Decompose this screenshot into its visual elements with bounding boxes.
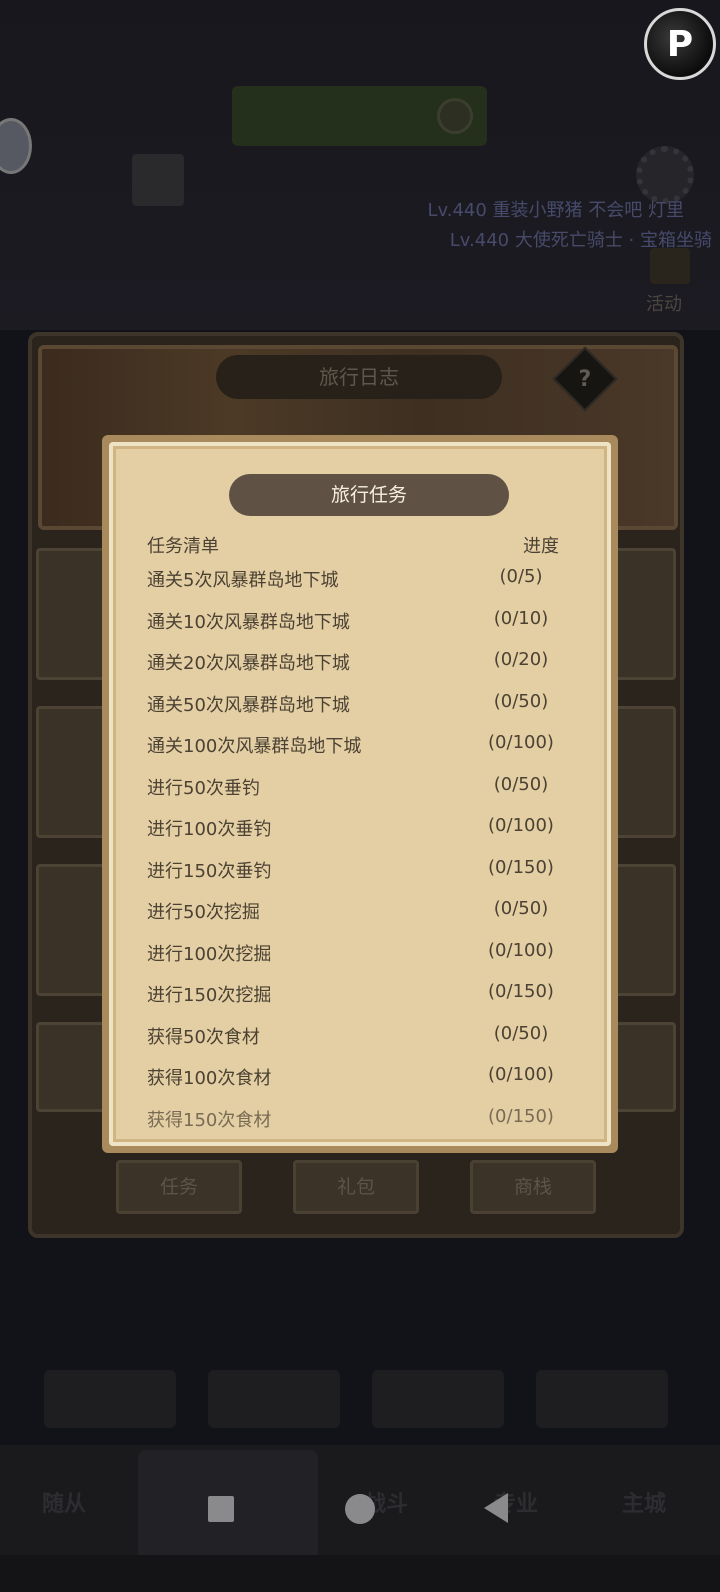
task-row: 进行50次挖掘 (0/50) [113, 890, 607, 932]
task-row: 通关50次风暴群岛地下城 (0/50) [113, 683, 607, 725]
task-list[interactable]: 通关5次风暴群岛地下城 (0/5) 通关10次风暴群岛地下城 (0/10) 通关20次风… [113, 558, 607, 1128]
task-name: 进行50次挖掘 [147, 902, 260, 923]
task-row: 通关100次风暴群岛地下城 (0/100) [113, 724, 607, 766]
task-progress: (0/50) [493, 898, 549, 919]
task-name: 通关10次风暴群岛地下城 [147, 611, 350, 633]
log-slot [36, 548, 106, 680]
task-progress: (0/5) [499, 566, 543, 587]
task-name: 通关50次风暴群岛地下城 [147, 694, 350, 716]
travel-task-modal[interactable]: 旅行任务 任务清单 进度 通关5次风暴群岛地下城 (0/5) 通关10次风暴群岛地下… [102, 435, 618, 1153]
task-row: 获得50次食材 (0/50) [113, 1015, 607, 1057]
modal-content: 旅行任务 任务清单 进度 通关5次风暴群岛地下城 (0/5) 通关10次风暴群岛地下… [109, 442, 611, 1146]
task-row: 获得150次食材 (0/150) [113, 1098, 607, 1129]
column-header-task: 任务清单 [147, 536, 219, 557]
task-progress: (0/150) [488, 856, 554, 878]
task-progress: (0/50) [493, 773, 549, 795]
task-name: 进行100次垂钓 [147, 819, 272, 840]
activity-label: 活动 [646, 294, 682, 315]
ticker-line-1: Lv.440 重装小野猪 不会吧 灯里 [427, 200, 684, 221]
task-row: 通关20次风暴群岛地下城 (0/20) [113, 641, 607, 683]
modal-title: 旅行任务 [229, 474, 509, 516]
task-name: 通关100次风暴群岛地下城 [147, 736, 362, 757]
task-progress: (0/10) [493, 607, 549, 629]
task-row: 进行50次垂钓 (0/50) [113, 766, 607, 808]
column-header-progress: 进度 [523, 536, 559, 557]
activity-icon [650, 248, 690, 284]
lower-button [44, 1370, 176, 1428]
log-slot [36, 1022, 106, 1112]
task-name: 通关5次风暴群岛地下城 [147, 570, 339, 591]
tab-gift-pack: 礼包 [293, 1160, 419, 1214]
task-progress: (0/100) [488, 815, 554, 836]
task-name: 获得150次食材 [147, 1109, 272, 1129]
top-area [0, 0, 720, 330]
help-symbol: ? [578, 366, 592, 392]
task-name: 进行150次垂钓 [147, 860, 272, 882]
lower-button [208, 1370, 340, 1428]
task-progress: (0/150) [488, 1105, 554, 1127]
task-name: 获得100次食材 [147, 1068, 272, 1089]
log-slot [36, 706, 106, 838]
recent-apps-icon[interactable] [208, 1496, 234, 1522]
task-name: 进行150次挖掘 [147, 985, 272, 1006]
home-icon[interactable] [345, 1494, 375, 1524]
task-row: 通关10次风暴群岛地下城 (0/10) [113, 600, 607, 642]
task-row: 进行150次垂钓 (0/150) [113, 849, 607, 891]
task-name: 获得50次食材 [147, 1026, 260, 1048]
task-progress: (0/150) [488, 981, 554, 1002]
task-progress: (0/50) [493, 1022, 549, 1044]
tab-tasks: 任务 [116, 1160, 242, 1214]
back-icon[interactable] [484, 1493, 508, 1523]
lower-button [372, 1370, 504, 1428]
task-name: 进行100次挖掘 [147, 943, 272, 965]
task-row: 进行150次挖掘 (0/150) [113, 973, 607, 1015]
task-progress: (0/20) [493, 649, 549, 670]
task-progress: (0/100) [488, 1064, 554, 1085]
task-row: 获得100次食材 (0/100) [113, 1056, 607, 1098]
lower-button [536, 1370, 668, 1428]
inventory-slot [132, 154, 184, 206]
task-progress: (0/50) [493, 690, 549, 712]
tab-shop: 商栈 [470, 1160, 596, 1214]
task-name: 通关20次风暴群岛地下城 [147, 653, 350, 674]
app-logo-icon[interactable]: P [644, 8, 716, 80]
travel-log-title: 旅行日志 [216, 355, 502, 399]
task-row: 进行100次垂钓 (0/100) [113, 807, 607, 849]
system-nav-bar [0, 1555, 720, 1592]
nav-main-city: 主城 [622, 1492, 667, 1517]
log-slot [36, 864, 106, 996]
task-row: 通关5次风暴群岛地下城 (0/5) [113, 558, 607, 600]
task-progress: (0/100) [488, 732, 554, 753]
nav-followers: 随从 [42, 1492, 87, 1517]
task-name: 进行50次垂钓 [147, 777, 260, 799]
task-row: 进行100次挖掘 (0/100) [113, 932, 607, 974]
task-progress: (0/100) [488, 939, 554, 961]
banner-arrow-icon [437, 98, 473, 134]
